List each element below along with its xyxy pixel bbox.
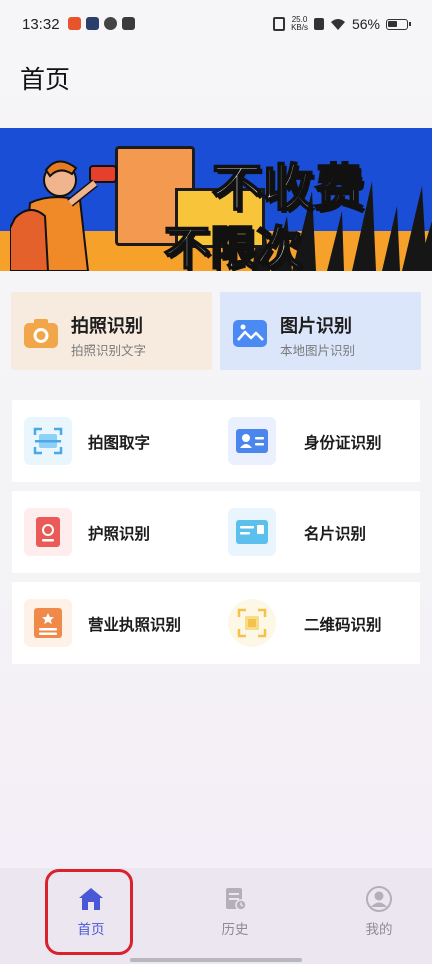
feature-label: 拍图取字 xyxy=(88,434,151,452)
camera-icon xyxy=(24,319,58,348)
image-recognition-subtitle: 本地图片识别 xyxy=(280,343,356,358)
banner-person-illustration xyxy=(10,160,117,271)
nav-history-label: 历史 xyxy=(221,922,249,938)
status-bar: 13:32 25.0 KB/s 56% xyxy=(0,0,432,50)
history-icon xyxy=(226,888,247,911)
passport-icon xyxy=(24,508,72,556)
status-indicators: 25.0 KB/s 56% xyxy=(273,15,411,32)
feature-row: 拍图取字 身份证识别 xyxy=(12,400,420,482)
profile-icon xyxy=(366,886,392,912)
nav-profile-label: 我的 xyxy=(365,922,393,938)
business-license-icon xyxy=(24,599,72,647)
image-recognition-card[interactable]: 图片识别 本地图片识别 xyxy=(220,292,421,370)
feature-label: 身份证识别 xyxy=(304,434,382,452)
feature-passport[interactable]: 护照识别 xyxy=(12,491,216,573)
feature-label: 名片识别 xyxy=(304,525,367,543)
battery-icon xyxy=(386,18,411,30)
image-recognition-title: 图片识别 xyxy=(280,316,352,337)
feature-label: 护照识别 xyxy=(88,525,151,543)
feature-row: 护照识别 名片识别 xyxy=(12,491,420,573)
feature-qr-code[interactable]: 二维码识别 xyxy=(216,582,420,664)
battery-percent: 56% xyxy=(351,16,380,32)
photo-recognition-subtitle: 拍照识别文字 xyxy=(71,343,147,358)
feature-label: 营业执照识别 xyxy=(88,616,182,634)
feature-business-license[interactable]: 营业执照识别 xyxy=(12,582,216,664)
notification-app-icon xyxy=(104,17,117,30)
photo-recognition-title: 拍照识别 xyxy=(71,316,143,337)
notification-app-icon xyxy=(86,17,99,30)
status-time: 13:32 xyxy=(22,16,60,33)
wifi-icon xyxy=(330,18,345,30)
image-icon xyxy=(233,320,267,347)
quick-actions: 拍照识别 拍照识别文字 图片识别 本地图片识别 xyxy=(11,292,421,370)
network-speed: 25.0 KB/s xyxy=(291,15,308,32)
business-card-icon xyxy=(228,508,276,556)
id-card-icon xyxy=(228,417,276,465)
notification-app-icon xyxy=(122,17,135,30)
feature-scan-text[interactable]: 拍图取字 xyxy=(12,400,216,482)
vibrate-icon xyxy=(273,17,286,31)
promo-banner[interactable]: 不收费 不限次 xyxy=(0,128,432,271)
qr-code-icon xyxy=(228,599,276,647)
notification-app-icon xyxy=(68,17,81,30)
banner-headline: 不收费 xyxy=(211,158,365,218)
scan-text-icon xyxy=(24,417,72,465)
feature-business-card[interactable]: 名片识别 xyxy=(216,491,420,573)
highlight-box xyxy=(45,869,133,955)
page-title: 首页 xyxy=(20,65,71,94)
nav-profile[interactable]: 我的 xyxy=(307,868,432,964)
feature-row: 营业执照识别 二维码识别 xyxy=(12,582,420,664)
feature-id-card[interactable]: 身份证识别 xyxy=(216,400,420,482)
feature-label: 二维码识别 xyxy=(304,616,382,634)
nav-history[interactable]: 历史 xyxy=(163,868,307,964)
photo-recognition-card[interactable]: 拍照识别 拍照识别文字 xyxy=(11,292,212,370)
banner-subline: 不限次 xyxy=(163,220,303,271)
sim-off-icon xyxy=(313,18,324,30)
home-indicator[interactable] xyxy=(130,958,302,962)
